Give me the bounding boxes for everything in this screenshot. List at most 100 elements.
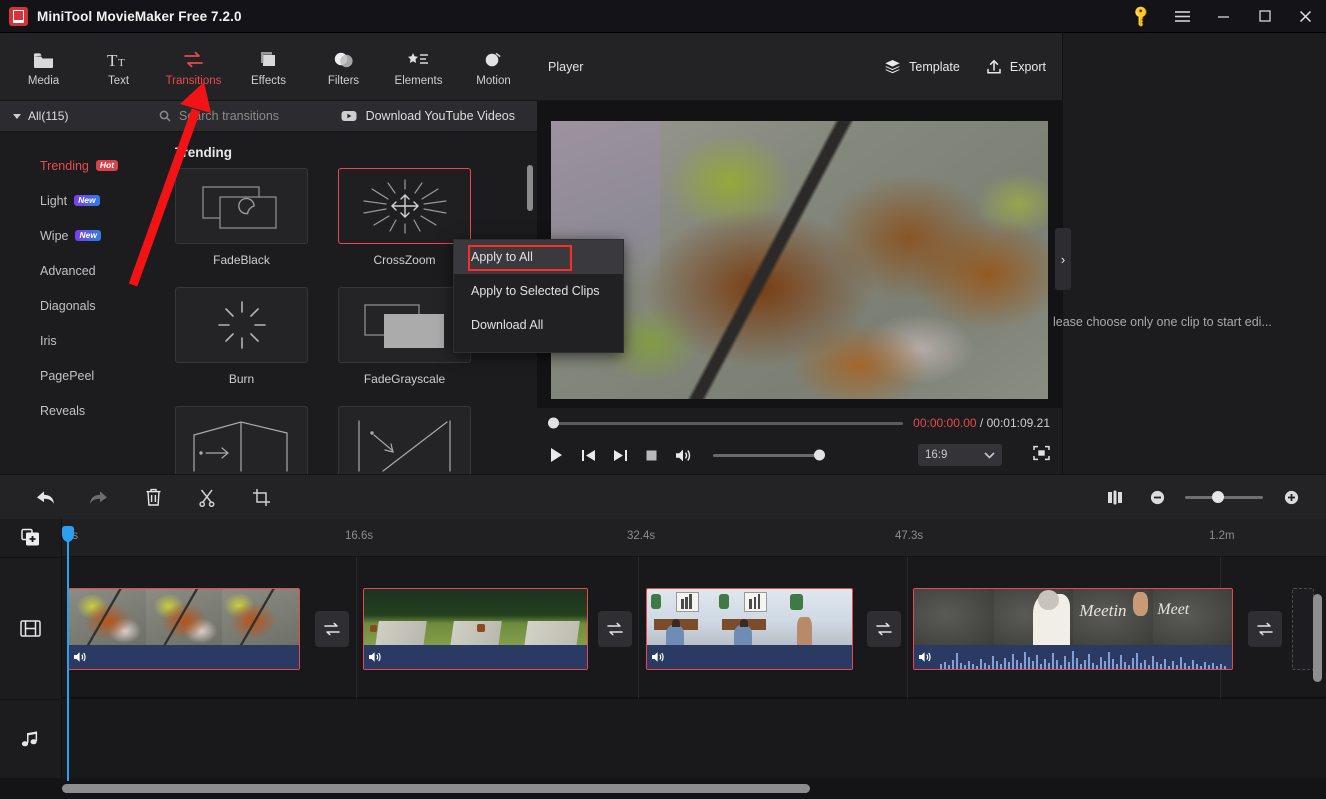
category-diagonals[interactable]: Diagonals (0, 288, 147, 323)
hamburger-menu-icon[interactable] (1162, 0, 1203, 33)
svg-text:T: T (107, 51, 118, 69)
playhead[interactable] (62, 526, 74, 781)
category-reveals[interactable]: Reveals (0, 393, 147, 428)
toolbar-item-media[interactable]: Media (6, 35, 81, 99)
playhead-handle[interactable] (62, 526, 74, 542)
transition-fadeblack[interactable]: FadeBlack (175, 168, 308, 267)
toolbar-item-text[interactable]: TT Text (81, 35, 156, 99)
transition-slot[interactable] (315, 611, 349, 647)
add-media-icon[interactable] (0, 519, 61, 557)
menu-item-apply-to-selected-clips[interactable]: Apply to Selected Clips (454, 274, 623, 308)
search-placeholder: Search transitions (179, 109, 280, 123)
category-label: Advanced (40, 263, 96, 278)
toolbar-item-filters[interactable]: Filters (306, 35, 381, 99)
text-icon: TT (107, 47, 130, 69)
library-scrollbar[interactable] (527, 165, 533, 211)
table-row[interactable] (68, 588, 300, 670)
scissors-icon[interactable] (180, 475, 234, 520)
seek-bar[interactable] (548, 417, 904, 429)
table-row[interactable] (363, 588, 588, 670)
ruler-tick: 32.4s (627, 530, 656, 542)
timeline-horizontal-scrollbar[interactable] (62, 784, 810, 793)
toolbar-item-motion[interactable]: Motion (456, 35, 531, 99)
ruler-tick: 1.2m (1209, 530, 1235, 542)
toolbar-item-elements[interactable]: Elements (381, 35, 456, 99)
volume-icon[interactable] (368, 651, 382, 663)
maximize-icon[interactable] (1244, 0, 1285, 33)
toolbar-label: Media (27, 74, 60, 87)
fit-to-window-icon[interactable] (1094, 490, 1136, 505)
category-advanced[interactable]: Advanced (0, 253, 147, 288)
key-icon[interactable]: 🔑 (1121, 0, 1162, 33)
toolbar-item-effects[interactable]: Effects (231, 35, 306, 99)
category-pagepeel[interactable]: PagePeel (0, 358, 147, 393)
volume-icon[interactable] (675, 448, 692, 463)
toolbar-item-transitions[interactable]: Transitions (156, 35, 231, 99)
download-youtube-videos-button[interactable]: Download YouTube Videos (341, 109, 537, 123)
chevron-down-icon (13, 113, 21, 119)
category-trending[interactable]: Trending Hot (0, 148, 147, 183)
timeline-zoom-slider[interactable] (1185, 491, 1263, 503)
close-icon[interactable] (1285, 0, 1326, 33)
clip-audio-strip (364, 645, 587, 669)
aspect-ratio-select[interactable]: 16:9 (918, 444, 1002, 466)
all-categories-dropdown[interactable]: All(115) (0, 101, 147, 131)
transition-slot[interactable] (867, 611, 901, 647)
category-wipe[interactable]: Wipe New (0, 218, 147, 253)
player-controls: 00:00:00.00 / 00:01:09.21 16:9 (537, 408, 1062, 474)
previous-frame-icon[interactable] (581, 448, 596, 463)
toolbar-label: Filters (327, 74, 360, 87)
audio-track[interactable] (62, 699, 1326, 778)
table-row[interactable] (646, 588, 853, 670)
all-categories-label: All(115) (28, 109, 69, 123)
music-note-icon[interactable] (0, 700, 61, 778)
transition-burn[interactable]: Burn (175, 287, 308, 386)
category-iris[interactable]: Iris (0, 323, 147, 358)
play-icon[interactable] (549, 447, 564, 463)
stop-icon[interactable] (645, 449, 658, 462)
volume-handle[interactable] (814, 449, 825, 461)
trash-icon[interactable] (126, 475, 180, 520)
film-icon[interactable] (0, 558, 61, 699)
volume-slider[interactable] (713, 449, 825, 461)
menu-item-apply-to-all[interactable]: Apply to All (454, 240, 623, 274)
hot-badge: Hot (95, 160, 119, 171)
undo-icon[interactable] (18, 475, 72, 520)
elements-icon (407, 47, 430, 69)
volume-icon[interactable] (651, 651, 665, 663)
zoom-in-icon[interactable] (1270, 490, 1312, 505)
chevron-right-icon[interactable]: › (1055, 228, 1071, 290)
transition-slot[interactable] (1248, 611, 1282, 647)
timeline-zoom-controls (1094, 490, 1326, 505)
table-row[interactable]: Meetin Meet (913, 588, 1233, 670)
volume-icon[interactable] (73, 651, 87, 663)
crop-icon[interactable] (234, 475, 288, 520)
transition-fadegrayscale[interactable]: FadeGrayscale (338, 287, 471, 386)
clip-thumbnails (647, 589, 852, 647)
transition-diagonal[interactable] (338, 406, 471, 474)
next-frame-icon[interactable] (613, 448, 628, 463)
export-button[interactable]: Export (986, 59, 1046, 75)
timeline-vertical-scrollbar[interactable] (1313, 594, 1322, 682)
transition-arrow-right[interactable] (175, 406, 308, 474)
folder-icon (33, 47, 54, 69)
ruler-tick: 16.6s (345, 530, 374, 542)
timeline-ruler[interactable]: 0s 16.6s 32.4s 47.3s 1.2m (62, 519, 1326, 557)
transition-slot[interactable] (598, 611, 632, 647)
menu-item-download-all[interactable]: Download All (454, 308, 623, 342)
zoom-out-icon[interactable] (1136, 490, 1178, 505)
zoom-slider-handle[interactable] (1212, 491, 1224, 503)
volume-icon[interactable] (918, 651, 932, 663)
fullscreen-icon[interactable] (1033, 445, 1050, 466)
category-label: Iris (40, 333, 57, 348)
svg-text:T: T (118, 57, 125, 69)
transition-crosszoom[interactable]: CrossZoom (338, 168, 471, 267)
template-button[interactable]: Template (884, 59, 960, 74)
category-light[interactable]: Light New (0, 183, 147, 218)
search-transitions-input[interactable]: Search transitions (147, 109, 341, 123)
minimize-icon[interactable] (1203, 0, 1244, 33)
seek-handle[interactable] (548, 417, 559, 429)
redo-icon[interactable] (72, 475, 126, 520)
empty-clip-slot[interactable] (1292, 588, 1314, 670)
cross-zoom-icon (338, 168, 471, 244)
